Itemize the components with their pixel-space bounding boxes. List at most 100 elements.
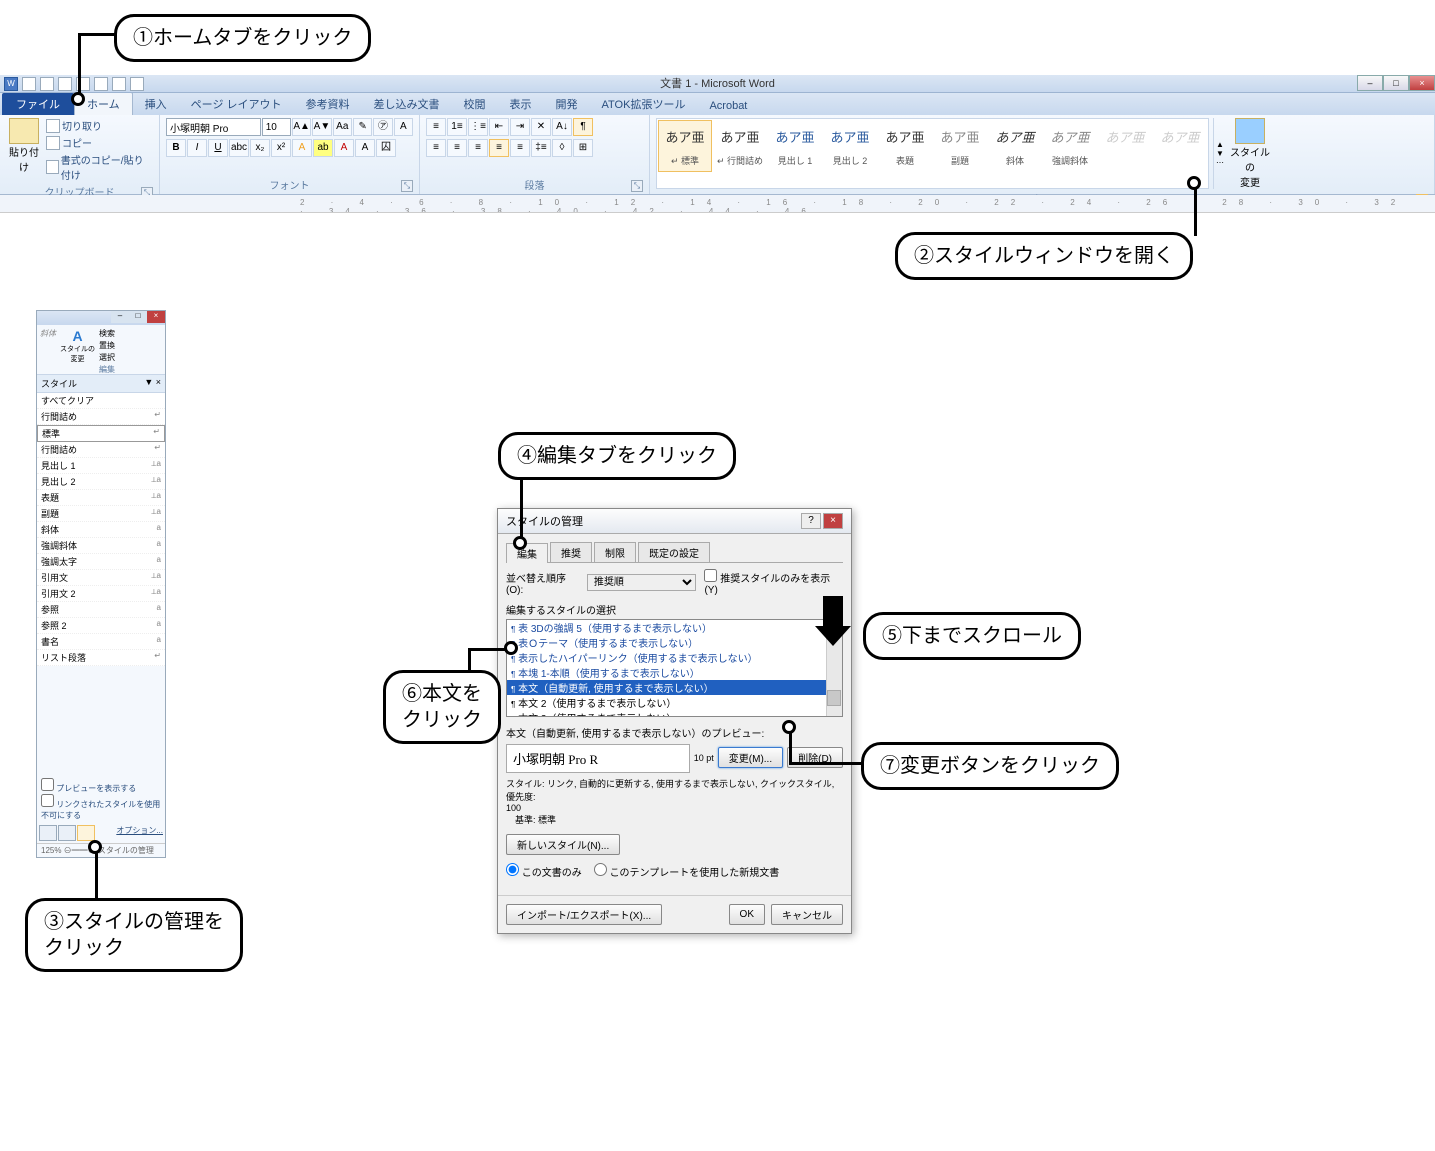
phonetic-button[interactable]: ㋐ [373, 118, 392, 136]
strike-button[interactable]: abc [229, 139, 249, 157]
enclose-button[interactable]: A [394, 118, 413, 136]
align-right-button[interactable]: ≡ [468, 139, 488, 157]
style-list-item[interactable]: 斜体a [37, 522, 165, 538]
dialog-style-item[interactable]: ¶ 表 3Dの強調 5（使用するまで表示しない） [507, 620, 842, 635]
shading-button[interactable]: ◊ [552, 139, 572, 157]
style-gallery-more[interactable]: ▲▼⋯ [1213, 118, 1226, 189]
paste-button[interactable]: 貼り付け [6, 118, 42, 182]
pane-max-button[interactable]: □ [129, 311, 147, 323]
radio-template[interactable]: このテンプレートを使用した新規文書 [594, 863, 779, 879]
change-case-button[interactable]: Aa [333, 118, 352, 136]
dec-indent-button[interactable]: ⇤ [489, 118, 509, 136]
styles-list[interactable]: すべてクリア行間詰め↵標準↵行間詰め↵見出し 1⟂a見出し 2⟂a表題⟂a副題⟂… [37, 393, 165, 666]
justify-button[interactable]: ≡ [489, 139, 509, 157]
distribute-button[interactable]: ≡ [510, 139, 530, 157]
dialog-tab-recommend[interactable]: 推奨 [550, 542, 592, 562]
manage-styles-button[interactable] [77, 825, 95, 841]
new-style-button[interactable] [39, 825, 57, 841]
paragraph-launcher[interactable]: ⤡ [631, 180, 643, 192]
tab-review[interactable]: 校閲 [452, 93, 498, 115]
dialog-close-button[interactable]: × [823, 513, 843, 529]
text-effects-button[interactable]: A [292, 139, 312, 157]
pane-min-button[interactable]: – [111, 311, 129, 323]
font-launcher[interactable]: ⤡ [401, 180, 413, 192]
style-item-italic[interactable]: あア亜斜体 [988, 120, 1042, 172]
dialog-tab-defaults[interactable]: 既定の設定 [638, 542, 710, 562]
tab-insert[interactable]: 挿入 [133, 93, 179, 115]
preview-checkbox[interactable]: プレビューを表示する [41, 778, 161, 794]
new-style-button[interactable]: 新しいスタイル(N)... [506, 834, 620, 855]
pane-replace[interactable]: 置換 [99, 340, 115, 351]
style-list-item[interactable]: 行間詰め↵ [37, 409, 165, 425]
pane-options-link[interactable]: オプション... [116, 825, 163, 841]
pane-find[interactable]: 検索 [99, 328, 115, 339]
dialog-style-item[interactable]: ¶ 表Ｏテーマ（使用するまで表示しない） [507, 635, 842, 650]
style-list-item[interactable]: 強調斜体a [37, 538, 165, 554]
change-styles-button[interactable]: スタイルの 変更 [1230, 118, 1270, 189]
subscript-button[interactable]: x₂ [250, 139, 270, 157]
dialog-help-button[interactable]: ? [801, 513, 821, 529]
qat-redo-icon[interactable] [58, 77, 72, 91]
highlight-button[interactable]: ab [313, 139, 333, 157]
dialog-tab-restrict[interactable]: 制限 [594, 542, 636, 562]
underline-button[interactable]: U [208, 139, 228, 157]
dialog-style-item[interactable]: ¶ 表示したハイパーリンク（使用するまで表示しない） [507, 650, 842, 665]
style-item-h2[interactable]: あア亜見出し 2 [823, 120, 877, 172]
style-list-item[interactable]: 参照a [37, 602, 165, 618]
pane-slash-button[interactable]: 斜体 [40, 328, 56, 371]
clear-format-button[interactable]: ✎ [353, 118, 372, 136]
style-gallery[interactable]: あア亜↵ 標準 あア亜↵ 行間詰め あア亜見出し 1 あア亜見出し 2 あア亜表… [656, 118, 1209, 189]
grow-font-button[interactable]: A▲ [292, 118, 311, 136]
style-list-item[interactable]: すべてクリア [37, 393, 165, 409]
style-list-item[interactable]: 引用文⟂a [37, 570, 165, 586]
bullets-button[interactable]: ≡ [426, 118, 446, 136]
asian-layout-button[interactable]: ✕ [531, 118, 551, 136]
char-border-button[interactable]: A [355, 139, 375, 157]
select-pane-button[interactable] [1274, 118, 1290, 189]
close-button[interactable]: × [1409, 75, 1435, 91]
dialog-titlebar[interactable]: スタイルの管理 ? × [498, 509, 851, 534]
superscript-button[interactable]: x² [271, 139, 291, 157]
italic-button[interactable]: I [187, 139, 207, 157]
modify-button[interactable]: 変更(M)... [718, 747, 783, 768]
style-item-title[interactable]: あア亜表題 [878, 120, 932, 172]
style-list-item[interactable]: 強調太字a [37, 554, 165, 570]
style-item-subtitle[interactable]: あア亜副題 [933, 120, 987, 172]
inc-indent-button[interactable]: ⇥ [510, 118, 530, 136]
dialog-tab-edit[interactable]: 編集 [506, 543, 548, 563]
tab-atok[interactable]: ATOK拡張ツール [590, 93, 698, 115]
pane-close-button[interactable]: × [147, 311, 165, 323]
bold-button[interactable]: B [166, 139, 186, 157]
style-item-normal[interactable]: あア亜↵ 標準 [658, 120, 712, 172]
qat-undo-icon[interactable] [40, 77, 54, 91]
scroll-thumb[interactable] [827, 690, 841, 706]
tab-view[interactable]: 表示 [498, 93, 544, 115]
tab-reference[interactable]: 参考資料 [294, 93, 362, 115]
inspector-button[interactable] [58, 825, 76, 841]
style-list-item[interactable]: 見出し 1⟂a [37, 458, 165, 474]
sort-order-select[interactable]: 推奨順 [587, 574, 697, 591]
linked-checkbox[interactable]: リンクされたスタイルを使用不可にする [41, 794, 161, 821]
ok-button[interactable]: OK [729, 904, 765, 925]
sort-button[interactable]: A↓ [552, 118, 572, 136]
tab-layout[interactable]: ページ レイアウト [179, 93, 294, 115]
style-list-item[interactable]: 参照 2a [37, 618, 165, 634]
style-list-item[interactable]: 副題⟂a [37, 506, 165, 522]
copy-button[interactable]: コピー [46, 135, 153, 150]
style-list-item[interactable]: 書名a [37, 634, 165, 650]
style-item-8[interactable]: あア亜 [1098, 120, 1152, 172]
multilevel-button[interactable]: ⋮≡ [468, 118, 488, 136]
dialog-style-item[interactable]: ¶ 本文 3（使用するまで表示しない） [507, 710, 842, 717]
char-shading-button[interactable]: 囚 [376, 139, 396, 157]
maximize-button[interactable]: □ [1383, 75, 1409, 91]
font-color-button[interactable]: A [334, 139, 354, 157]
style-item-emphasis[interactable]: あア亜強調斜体 [1043, 120, 1097, 172]
align-left-button[interactable]: ≡ [426, 139, 446, 157]
font-name-combo[interactable]: 小塚明朝 Pro [166, 118, 261, 136]
format-painter-button[interactable]: 書式のコピー/貼り付け [46, 152, 153, 182]
style-select-list[interactable]: ¶ 表 3Dの強調 5（使用するまで表示しない）¶ 表Ｏテーマ（使用するまで表示… [506, 619, 843, 717]
cut-button[interactable]: 切り取り [46, 118, 153, 133]
qat-icon-5[interactable] [94, 77, 108, 91]
style-list-item[interactable]: 行間詰め↵ [37, 442, 165, 458]
qat-icon-7[interactable] [130, 77, 144, 91]
